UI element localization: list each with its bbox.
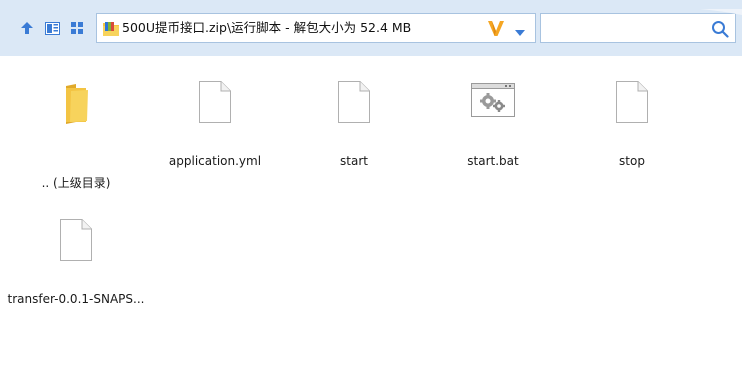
view-mode-icon[interactable] bbox=[42, 17, 62, 39]
toolbar: 500U提币接口.zip\运行脚本 - 解包大小为 52.4 MB bbox=[0, 0, 742, 56]
file-name: application.yml bbox=[168, 154, 262, 168]
address-path: 500U提币接口.zip\运行脚本 - 解包大小为 52.4 MB bbox=[122, 20, 412, 35]
file-name: transfer-0.0.1-SNAPS... bbox=[7, 292, 145, 306]
up-arrow-icon[interactable] bbox=[17, 17, 37, 39]
batch-file-icon bbox=[470, 82, 516, 122]
search-box[interactable] bbox=[540, 13, 736, 43]
file-item-start[interactable]: start bbox=[284, 76, 424, 176]
file-name: start bbox=[340, 154, 368, 168]
file-grid: .. (上级目录) application.yml start start.ba… bbox=[0, 56, 742, 389]
blank-file-icon bbox=[337, 80, 371, 128]
grid-view-icon[interactable] bbox=[67, 17, 87, 39]
zip-folder-icon bbox=[102, 20, 120, 37]
file-item-stop[interactable]: stop bbox=[562, 76, 702, 176]
dropdown-arrow-icon[interactable] bbox=[513, 23, 527, 36]
window-corner-decoration bbox=[692, 0, 742, 15]
address-bar[interactable]: 500U提币接口.zip\运行脚本 - 解包大小为 52.4 MB bbox=[96, 13, 536, 43]
search-input[interactable] bbox=[545, 17, 705, 39]
blank-file-icon bbox=[59, 218, 93, 266]
file-item-transfer-jar[interactable]: transfer-0.0.1-SNAPS... bbox=[6, 214, 146, 314]
file-item-parent-dir[interactable]: .. (上级目录) bbox=[6, 76, 146, 190]
file-name: start.bat bbox=[467, 154, 519, 168]
file-name: stop bbox=[619, 154, 645, 168]
blank-file-icon bbox=[615, 80, 649, 128]
search-icon[interactable] bbox=[711, 20, 729, 38]
file-name: .. (上级目录) bbox=[41, 176, 111, 190]
file-item-start-bat[interactable]: start.bat bbox=[423, 76, 563, 176]
file-item-application-yml[interactable]: application.yml bbox=[145, 76, 285, 176]
blank-file-icon bbox=[198, 80, 232, 128]
folder-icon bbox=[62, 82, 90, 128]
v-logo-icon[interactable] bbox=[487, 19, 505, 37]
